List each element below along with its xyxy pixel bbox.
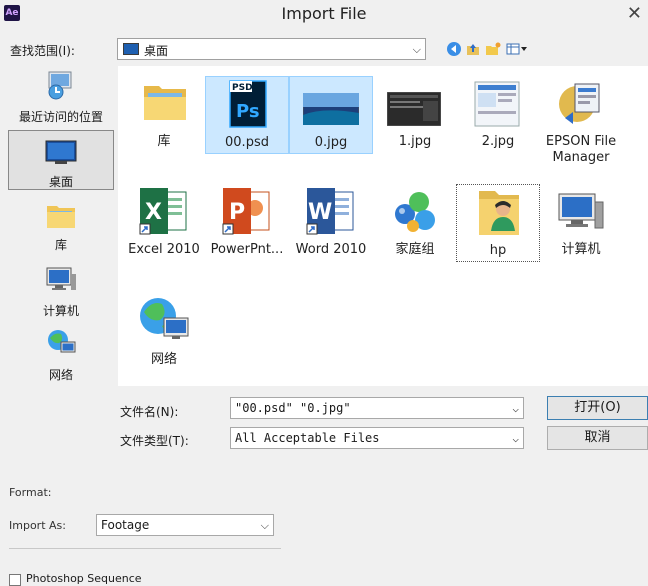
- close-icon[interactable]: ✕: [627, 3, 642, 24]
- file-label: Word 2010: [295, 242, 367, 257]
- recent-places-icon: [48, 71, 72, 100]
- file-item-excel[interactable]: X Excel 2010: [122, 184, 206, 262]
- up-folder-icon[interactable]: [465, 41, 481, 57]
- import-as-value: Footage: [101, 518, 150, 532]
- user-folder-icon: [479, 191, 519, 235]
- back-arrow-icon[interactable]: [446, 41, 462, 57]
- filename-label: 文件名(N):: [120, 405, 179, 419]
- file-label: 2.jpg: [481, 134, 515, 149]
- file-label: hp: [489, 243, 507, 258]
- file-item-2jpg[interactable]: 2.jpg: [456, 76, 540, 154]
- new-folder-icon[interactable]: [485, 41, 501, 57]
- place-recent[interactable]: 最近访问的位置: [8, 66, 114, 126]
- file-item-network[interactable]: 网络: [122, 294, 206, 372]
- window-title: Import File: [281, 4, 367, 23]
- file-item-hp[interactable]: hp: [456, 184, 540, 262]
- desktop-icon: [45, 140, 77, 164]
- place-label: 计算机: [42, 304, 79, 318]
- chevron-down-icon[interactable]: ⌵: [512, 432, 519, 445]
- filetype-value: All Acceptable Files: [235, 431, 380, 445]
- psd-file-icon: PSD Ps: [229, 80, 267, 128]
- word-icon: W: [306, 188, 354, 235]
- jpg-thumbnail-icon: [303, 93, 359, 125]
- filename-input[interactable]: "00.psd" "0.jpg" ⌵: [230, 397, 524, 419]
- file-label: EPSON File Manager: [545, 134, 617, 165]
- ppt-app-text: P: [229, 200, 245, 225]
- desktop-icon: [123, 43, 139, 55]
- library-folder-icon: [144, 86, 186, 120]
- place-network[interactable]: 网络: [8, 326, 114, 386]
- file-label: 家庭组: [395, 242, 435, 257]
- import-as-select[interactable]: Footage ⌵: [96, 514, 274, 536]
- file-item-word[interactable]: W Word 2010: [289, 184, 373, 262]
- file-list-pane[interactable]: 库 PSD Ps 00.psd 0.jpg 1.jpg 2.jpg EPSON …: [118, 66, 648, 386]
- filename-value: "00.psd" "0.jpg": [235, 401, 351, 415]
- file-label: 库: [157, 134, 171, 149]
- computer-icon: [558, 193, 604, 229]
- excel-app-text: X: [145, 200, 162, 225]
- epson-app-icon: [559, 83, 600, 124]
- file-item-library[interactable]: 库: [122, 76, 206, 154]
- title-bar: Ae Import File ✕: [0, 0, 648, 30]
- file-label: Excel 2010: [128, 242, 200, 257]
- file-item-homegroup[interactable]: 家庭组: [373, 184, 457, 262]
- word-app-text: W: [308, 200, 332, 225]
- file-item-powerpoint[interactable]: P PowerPnt...: [205, 184, 289, 262]
- chevron-down-icon[interactable]: ⌵: [512, 402, 519, 415]
- place-label: 库: [54, 238, 67, 252]
- file-label: 计算机: [561, 242, 601, 257]
- import-as-label: Import As:: [9, 519, 66, 532]
- excel-icon: X: [139, 188, 187, 235]
- ps-app-text: Ps: [236, 101, 260, 122]
- computer-icon: [46, 267, 76, 290]
- places-bar: 最近访问的位置 桌面 库 计算机 网络: [4, 66, 114, 466]
- place-label: 桌面: [48, 175, 73, 189]
- chevron-down-icon[interactable]: ⌵: [413, 43, 421, 57]
- file-item-computer[interactable]: 计算机: [539, 184, 623, 262]
- filetype-select[interactable]: All Acceptable Files ⌵: [230, 427, 524, 449]
- place-label: 最近访问的位置: [18, 110, 103, 124]
- network-icon: [48, 330, 76, 353]
- divider: [9, 548, 281, 549]
- file-label: 00.psd: [225, 135, 269, 150]
- open-button[interactable]: 打开(O): [547, 396, 648, 420]
- file-item-1jpg[interactable]: 1.jpg: [373, 76, 457, 154]
- filetype-label: 文件类型(T):: [120, 434, 189, 448]
- place-library[interactable]: 库: [8, 196, 114, 256]
- file-label: PowerPnt...: [210, 242, 284, 257]
- cancel-button[interactable]: 取消: [547, 426, 648, 450]
- jpg-thumbnail-icon: [474, 81, 520, 127]
- chevron-down-icon[interactable]: ⌵: [261, 519, 269, 533]
- file-label: 0.jpg: [314, 135, 348, 150]
- file-label: 网络: [150, 352, 177, 367]
- place-desktop[interactable]: 桌面: [8, 130, 114, 190]
- look-in-dropdown[interactable]: 桌面 ⌵: [117, 38, 426, 60]
- network-icon: [140, 298, 189, 339]
- powerpoint-icon: P: [222, 188, 270, 235]
- library-folder-icon: [47, 206, 75, 228]
- psd-badge-text: PSD: [232, 83, 253, 93]
- view-menu-icon[interactable]: [506, 41, 528, 57]
- homegroup-icon: [395, 192, 435, 232]
- file-item-00psd[interactable]: PSD Ps 00.psd: [205, 76, 289, 154]
- file-label: 1.jpg: [398, 134, 432, 149]
- place-computer[interactable]: 计算机: [8, 262, 114, 322]
- jpg-thumbnail-icon: [387, 92, 441, 126]
- format-label: Format:: [9, 486, 52, 499]
- look-in-value: 桌面: [144, 44, 169, 58]
- look-in-label: 查找范围(I):: [10, 44, 75, 58]
- file-item-0jpg[interactable]: 0.jpg: [289, 76, 373, 154]
- sequence-checkbox[interactable]: [9, 574, 21, 586]
- place-label: 网络: [48, 368, 73, 382]
- sequence-checkbox-label: Photoshop Sequence: [26, 572, 142, 585]
- file-item-epson[interactable]: EPSON File Manager: [539, 76, 623, 166]
